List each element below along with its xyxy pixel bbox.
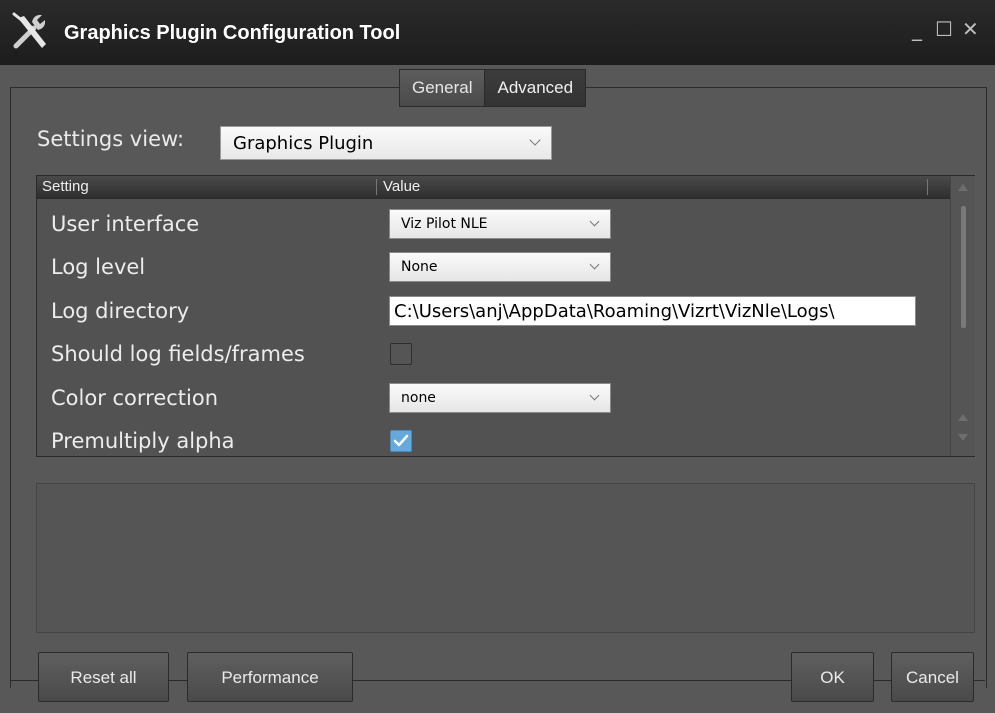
settings-view-select[interactable]: Graphics Plugin [220,126,552,160]
cancel-button[interactable]: Cancel [891,652,974,702]
color-correction-combo[interactable]: none [389,383,611,413]
description-panel [36,483,975,633]
title-bar[interactable]: Graphics Plugin Configuration Tool _ ☐ ✕ [0,0,995,65]
grid-scrollbar[interactable] [950,176,975,456]
column-header-value[interactable]: Value [383,178,420,195]
grid-header: Setting Value [37,176,950,199]
setting-label-premultiply-alpha: Premultiply alpha [51,429,235,453]
config-window: Graphics Plugin Configuration Tool _ ☐ ✕… [0,0,995,713]
user-interface-combo[interactable]: Viz Pilot NLE [389,209,611,239]
column-header-setting[interactable]: Setting [42,178,89,195]
tools-icon [12,12,46,49]
content-area: General Advanced Settings view: Graphics… [0,65,995,713]
ok-button[interactable]: OK [791,652,874,702]
scroll-thumb[interactable] [961,206,966,328]
settings-view-value: Graphics Plugin [233,133,374,154]
settings-grid: Setting Value User interface Viz Pilot N… [36,175,975,457]
chevron-down-icon [589,216,600,227]
setting-label-color-correction: Color correction [51,386,219,410]
log-directory-value: C:\Users\anj\AppData\Roaming\Vizrt\VizNl… [394,301,835,322]
checkmark-icon [393,434,409,447]
chevron-down-icon [589,390,600,401]
maximize-button[interactable]: ☐ [935,18,953,40]
log-level-value: None [401,259,438,275]
column-separator[interactable] [376,179,377,195]
window-title: Graphics Plugin Configuration Tool [64,22,401,44]
scroll-up-icon[interactable] [958,184,968,191]
close-button[interactable]: ✕ [962,18,979,40]
log-fields-checkbox[interactable] [390,343,412,365]
log-level-combo[interactable]: None [389,252,611,282]
premultiply-alpha-checkbox[interactable] [390,430,412,452]
performance-button[interactable]: Performance [187,652,353,702]
column-separator[interactable] [927,179,928,195]
tab-general[interactable]: General [400,70,485,106]
setting-label-log-directory: Log directory [51,299,190,323]
chevron-down-icon [589,259,600,270]
user-interface-value: Viz Pilot NLE [401,216,488,232]
setting-label-log-level: Log level [51,255,146,279]
scroll-down-icon[interactable] [958,434,968,441]
log-directory-input[interactable]: C:\Users\anj\AppData\Roaming\Vizrt\VizNl… [389,296,916,326]
minimize-button[interactable]: _ [912,18,922,40]
settings-view-label: Settings view: [37,127,185,151]
tab-strip: General Advanced [399,69,587,107]
setting-label-log-fields: Should log fields/frames [51,342,305,366]
reset-all-button[interactable]: Reset all [38,652,169,702]
scroll-up-icon[interactable] [958,414,968,421]
chevron-down-icon [529,134,541,146]
color-correction-value: none [401,390,436,406]
setting-label-user-interface: User interface [51,212,200,236]
tab-advanced[interactable]: Advanced [484,70,586,106]
